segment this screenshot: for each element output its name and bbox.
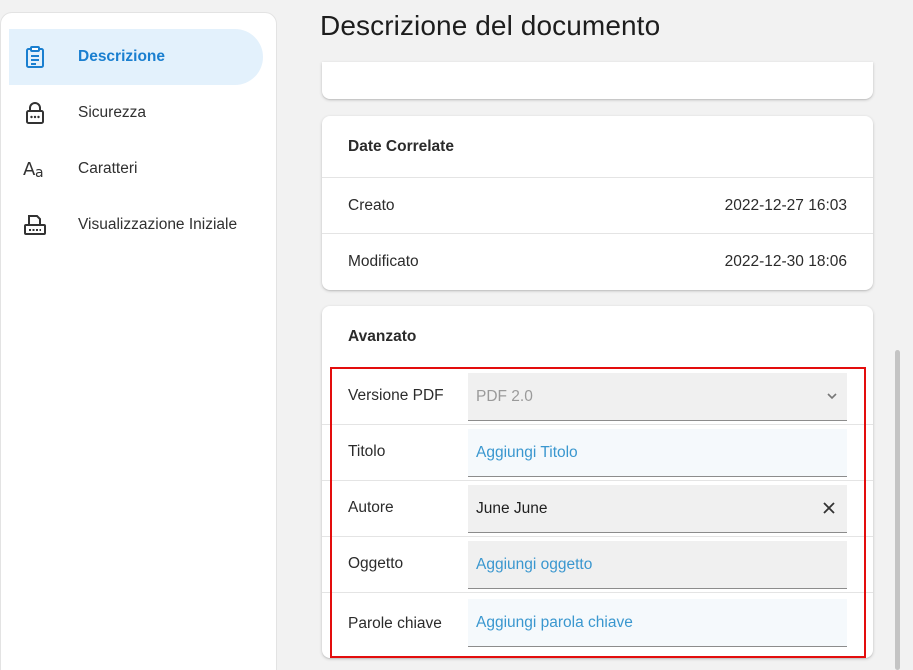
author-value: June June <box>476 499 548 517</box>
pdf-version-row: Versione PDF PDF 2.0 <box>322 369 873 425</box>
svg-text:a: a <box>35 165 44 180</box>
chevron-down-icon <box>827 393 837 400</box>
keywords-row: Parole chiave Aggiungi parola chiave <box>322 593 873 653</box>
sidebar: Descrizione Sicurezza A a Caratteri Visu… <box>0 12 277 670</box>
pdf-version-select[interactable]: PDF 2.0 <box>468 373 847 421</box>
keywords-input[interactable]: Aggiungi parola chiave <box>468 599 847 647</box>
sidebar-item-descrizione[interactable]: Descrizione <box>9 29 263 85</box>
pdf-version-label: Versione PDF <box>348 387 444 404</box>
modified-row: Modificato 2022-12-30 18:06 <box>322 234 873 290</box>
title-placeholder: Aggiungi Titolo <box>476 443 578 461</box>
created-value: 2022-12-27 16:03 <box>724 196 847 214</box>
page-title: Descrizione del documento <box>320 10 661 41</box>
author-row: Autore June June <box>322 481 873 537</box>
sidebar-item-sicurezza[interactable]: Sicurezza <box>9 85 263 141</box>
clipboard-list-icon <box>23 45 47 69</box>
scrollbar[interactable] <box>895 350 900 670</box>
keywords-label: Parole chiave <box>348 615 442 632</box>
subject-placeholder: Aggiungi oggetto <box>476 555 593 573</box>
keywords-placeholder: Aggiungi parola chiave <box>476 613 633 631</box>
sidebar-item-caratteri[interactable]: A a Caratteri <box>9 141 263 197</box>
subject-row: Oggetto Aggiungi oggetto <box>322 537 873 593</box>
sidebar-item-label: Visualizzazione Iniziale <box>78 216 238 233</box>
printer-view-icon <box>23 213 47 237</box>
title-row: Titolo Aggiungi Titolo <box>322 425 873 481</box>
sidebar-item-label: Caratteri <box>78 160 138 177</box>
created-row: Creato 2022-12-27 16:03 <box>322 178 873 234</box>
author-input[interactable]: June June <box>468 485 847 533</box>
close-icon[interactable] <box>821 500 837 516</box>
pdf-version-value: PDF 2.0 <box>476 387 533 405</box>
dates-card: Date Correlate Creato 2022-12-27 16:03 M… <box>322 116 873 290</box>
modified-label: Modificato <box>348 253 419 270</box>
sidebar-item-label: Sicurezza <box>78 104 147 121</box>
title-input[interactable]: Aggiungi Titolo <box>468 429 847 477</box>
title-label: Titolo <box>348 443 386 460</box>
font-icon: A a <box>23 157 47 181</box>
dates-header: Date Correlate <box>322 116 873 178</box>
sidebar-item-label: Descrizione <box>78 48 166 65</box>
advanced-header: Avanzato <box>348 328 417 345</box>
subject-input[interactable]: Aggiungi oggetto <box>468 541 847 589</box>
advanced-card: Avanzato Versione PDF PDF 2.0 Titolo Agg… <box>322 306 873 658</box>
author-label: Autore <box>348 499 394 516</box>
modified-value: 2022-12-30 18:06 <box>724 253 847 270</box>
sidebar-item-visualizzazione-iniziale[interactable]: Visualizzazione Iniziale <box>9 197 263 253</box>
lock-icon <box>23 101 47 125</box>
subject-label: Oggetto <box>348 555 404 572</box>
created-label: Creato <box>348 196 395 214</box>
previous-card <box>322 62 873 99</box>
